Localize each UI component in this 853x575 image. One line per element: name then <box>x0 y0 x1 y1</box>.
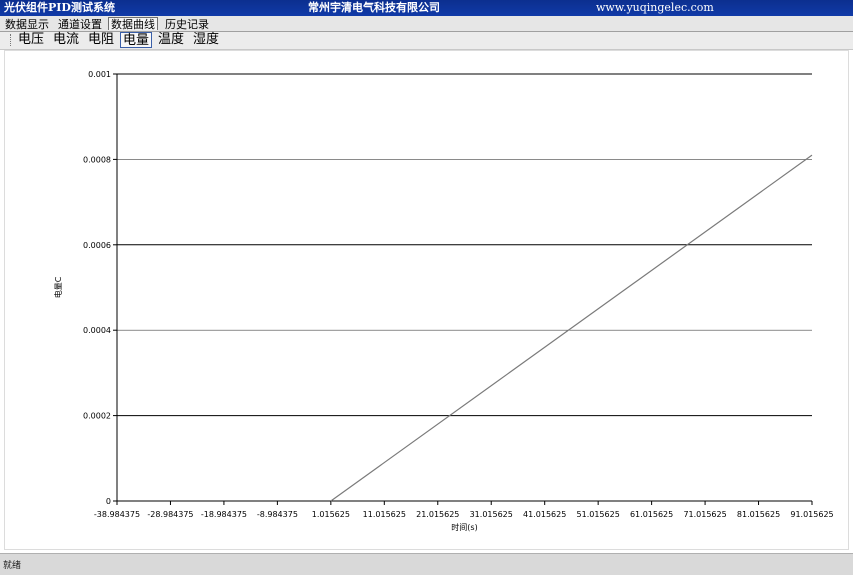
subtab-current[interactable]: 电流 <box>51 32 81 48</box>
x-tick-label: -28.984375 <box>147 510 193 519</box>
x-tick-label: 11.015625 <box>363 510 406 519</box>
y-axis-label: 电量C <box>53 276 63 298</box>
x-tick-label: 61.015625 <box>630 510 673 519</box>
subtab-voltage[interactable]: 电压 <box>16 32 46 48</box>
main-tab-bar: 数据显示 通道设置 数据曲线 历史记录 <box>0 16 853 32</box>
x-tick-label: 41.015625 <box>523 510 566 519</box>
status-text: 就绪 <box>3 561 22 571</box>
x-tick-label: 31.015625 <box>470 510 513 519</box>
subtab-temperature[interactable]: 温度 <box>156 32 186 48</box>
tab-data-display[interactable]: 数据显示 <box>2 17 52 31</box>
chart-panel: 0 0.0002 0.0004 0.0006 0.0008 0.001 -38.98437… <box>4 50 849 550</box>
y-tick-label: 0.0008 <box>83 155 111 164</box>
sub-tab-bar: 电压 电流 电阻 电量 温度 湿度 <box>0 32 853 50</box>
x-tick-label: 21.015625 <box>416 510 459 519</box>
x-tick-label: -8.984375 <box>257 510 298 519</box>
tab-channel-settings[interactable]: 通道设置 <box>55 17 105 31</box>
toolbar-grip[interactable] <box>10 34 13 46</box>
title-bar: 光伏组件PID测试系统 常州宇清电气科技有限公司 www.yuqingelec.… <box>0 0 853 16</box>
y-tick-label: 0.0002 <box>83 412 111 421</box>
x-tick-label: 81.015625 <box>737 510 780 519</box>
y-tick-label: 0 <box>106 497 111 506</box>
subtab-charge[interactable]: 电量 <box>120 32 153 48</box>
tab-history[interactable]: 历史记录 <box>162 17 212 31</box>
x-tick-label: 1.015625 <box>312 510 350 519</box>
x-axis-label: 时间(s) <box>451 522 477 532</box>
window-title: 光伏组件PID测试系统 <box>4 1 115 14</box>
company-name: 常州宇清电气科技有限公司 <box>308 1 440 14</box>
charge-chart: 0 0.0002 0.0004 0.0006 0.0008 0.001 -38.98437… <box>53 70 834 532</box>
x-tick-label: -38.984375 <box>94 510 140 519</box>
tab-data-curve[interactable]: 数据曲线 <box>108 17 158 31</box>
website-url: www.yuqingelec.com <box>596 1 714 14</box>
status-bar: 就绪 <box>0 553 853 575</box>
y-tick-label: 0.0006 <box>83 241 111 250</box>
x-tick-label: 71.015625 <box>683 510 726 519</box>
x-tick-label: 91.015625 <box>790 510 833 519</box>
x-tick-label: 51.015625 <box>577 510 620 519</box>
y-tick-label: 0.0004 <box>83 326 111 335</box>
subtab-resistance[interactable]: 电阻 <box>86 32 116 48</box>
y-tick-label: 0.001 <box>88 70 111 79</box>
series-line <box>330 154 813 502</box>
x-tick-label: -18.984375 <box>201 510 247 519</box>
subtab-humidity[interactable]: 湿度 <box>191 32 221 48</box>
